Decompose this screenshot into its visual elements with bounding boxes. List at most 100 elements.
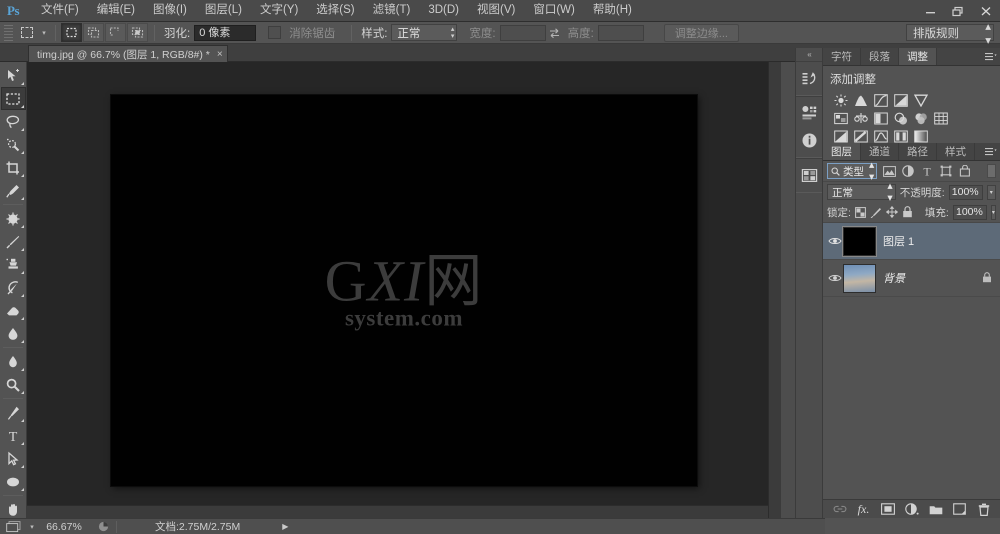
refine-edge-button[interactable]: 调整边缘...: [663, 23, 739, 42]
selective-color-icon[interactable]: [893, 129, 908, 143]
eyedropper-tool[interactable]: [1, 179, 26, 202]
tab-adjustments[interactable]: 调整: [899, 48, 937, 65]
layer-name[interactable]: 背景: [883, 270, 905, 286]
menu-help[interactable]: 帮助(H): [584, 0, 641, 21]
vibrance-icon[interactable]: [913, 93, 928, 107]
layer-visibility-eye-icon[interactable]: [826, 236, 843, 246]
posterize-icon[interactable]: [853, 129, 868, 143]
threshold-icon[interactable]: [873, 129, 888, 143]
opacity-chevron-down-icon[interactable]: ▾: [986, 184, 996, 200]
layer-visibility-eye-icon[interactable]: [826, 273, 843, 283]
spot-healing-brush-tool[interactable]: [1, 207, 26, 230]
pixel-layer-filter-icon[interactable]: [882, 164, 896, 179]
clone-stamp-tool[interactable]: [1, 253, 26, 276]
panel-menu-icon[interactable]: [984, 51, 997, 63]
new-selection-button[interactable]: [61, 23, 82, 42]
lock-image-pixels-icon[interactable]: [870, 205, 882, 219]
zoom-level[interactable]: 66.67%: [38, 521, 90, 533]
dodge-tool[interactable]: [1, 373, 26, 396]
status-expand-chevron-down-icon[interactable]: ▾: [26, 518, 38, 534]
layer-thumbnail[interactable]: [843, 226, 876, 256]
black-white-icon[interactable]: [873, 111, 888, 125]
link-layers-icon[interactable]: [833, 502, 847, 517]
layer-filter-type-select[interactable]: 类型 ▴ ▾: [827, 159, 878, 183]
color-swatches-panel-icon[interactable]: [796, 100, 822, 127]
info-panel-icon[interactable]: [796, 127, 822, 154]
delete-layer-icon[interactable]: [977, 502, 991, 517]
eraser-tool[interactable]: [1, 299, 26, 322]
smart-object-filter-icon[interactable]: [958, 164, 972, 179]
opacity-value[interactable]: 100%: [948, 184, 983, 200]
table-row[interactable]: 背景: [823, 260, 1000, 297]
photo-filter-icon[interactable]: [893, 111, 908, 125]
tab-paths[interactable]: 路径: [899, 143, 937, 160]
ellipse-shape-tool[interactable]: [1, 470, 26, 493]
tool-preset-picker-chevron-down-icon[interactable]: ▾: [38, 24, 50, 42]
tab-layers[interactable]: 图层: [823, 143, 861, 160]
exposure-icon[interactable]: [893, 93, 908, 107]
add-layer-mask-icon[interactable]: [880, 502, 895, 517]
menu-select[interactable]: 选择(S): [307, 0, 363, 21]
hue-saturation-icon[interactable]: [833, 111, 848, 125]
blur-tool[interactable]: [1, 350, 26, 373]
new-layer-icon[interactable]: [953, 502, 967, 517]
menu-window[interactable]: 窗口(W): [524, 0, 584, 21]
menu-edit[interactable]: 编辑(E): [88, 0, 144, 21]
new-fill-adjustment-layer-icon[interactable]: [904, 502, 919, 517]
intersect-selection-button[interactable]: [127, 23, 148, 42]
canvas-work-area[interactable]: GXI网 system.com: [27, 62, 781, 518]
menu-layer[interactable]: 图层(L): [196, 0, 251, 21]
shape-layer-filter-icon[interactable]: [939, 164, 953, 179]
curves-icon[interactable]: [873, 93, 888, 107]
panel-menu-icon[interactable]: [984, 146, 997, 158]
menu-image[interactable]: 图像(I): [144, 0, 196, 21]
menu-type[interactable]: 文字(Y): [251, 0, 307, 21]
width-input[interactable]: [499, 24, 546, 41]
document-canvas[interactable]: GXI网 system.com: [111, 95, 697, 486]
status-info-expand-icon[interactable]: ▶: [282, 522, 288, 531]
layer-thumbnail[interactable]: [843, 263, 876, 293]
invert-icon[interactable]: [833, 129, 848, 143]
move-tool[interactable]: [1, 64, 26, 87]
type-tool[interactable]: T: [1, 424, 26, 447]
height-input[interactable]: [597, 24, 644, 41]
path-selection-tool[interactable]: [1, 447, 26, 470]
gradient-map-icon[interactable]: [913, 129, 928, 143]
pen-tool[interactable]: [1, 401, 26, 424]
quick-selection-tool[interactable]: [1, 133, 26, 156]
type-layer-filter-icon[interactable]: T: [920, 164, 934, 179]
typeset-rule-select[interactable]: 排版规则 ▴ ▾: [906, 21, 994, 47]
history-panel-icon[interactable]: [796, 65, 822, 92]
close-icon[interactable]: ×: [217, 49, 223, 60]
tab-character[interactable]: 字符: [823, 48, 861, 65]
channel-mixer-icon[interactable]: [913, 111, 928, 125]
menu-filter[interactable]: 滤镜(T): [364, 0, 420, 21]
document-tab[interactable]: timg.jpg @ 66.7% (图层 1, RGB/8#) * ×: [28, 45, 228, 62]
restore-icon[interactable]: [944, 0, 972, 22]
tab-styles[interactable]: 样式: [937, 143, 975, 160]
subtract-from-selection-button[interactable]: [105, 23, 126, 42]
color-lookup-icon[interactable]: [933, 111, 948, 125]
table-row[interactable]: 图层 1: [823, 223, 1000, 260]
tab-paragraph[interactable]: 段落: [861, 48, 899, 65]
canvas-horizontal-scrollbar[interactable]: [27, 505, 768, 518]
collapse-panels-icon[interactable]: «: [796, 48, 822, 61]
history-brush-tool[interactable]: [1, 276, 26, 299]
layer-name[interactable]: 图层 1: [883, 233, 914, 249]
new-group-icon[interactable]: [929, 502, 943, 517]
add-to-selection-button[interactable]: [83, 23, 104, 42]
lock-all-icon[interactable]: [902, 205, 913, 219]
rectangular-marquee-tool[interactable]: [0, 87, 26, 110]
levels-icon[interactable]: [853, 93, 868, 107]
lock-position-icon[interactable]: [885, 205, 898, 219]
brush-tool[interactable]: [1, 230, 26, 253]
adjustment-layer-filter-icon[interactable]: [901, 164, 915, 179]
style-select[interactable]: 正常 ▴ ▾: [391, 24, 458, 41]
filter-enable-toggle[interactable]: [987, 164, 996, 178]
fill-chevron-down-icon[interactable]: ▾: [990, 204, 996, 220]
feather-input[interactable]: 0 像素: [194, 24, 257, 41]
color-balance-icon[interactable]: [853, 111, 868, 125]
menu-view[interactable]: 视图(V): [468, 0, 524, 21]
antialias-checkbox[interactable]: [268, 26, 282, 39]
swap-dimensions-icon[interactable]: [546, 27, 564, 39]
